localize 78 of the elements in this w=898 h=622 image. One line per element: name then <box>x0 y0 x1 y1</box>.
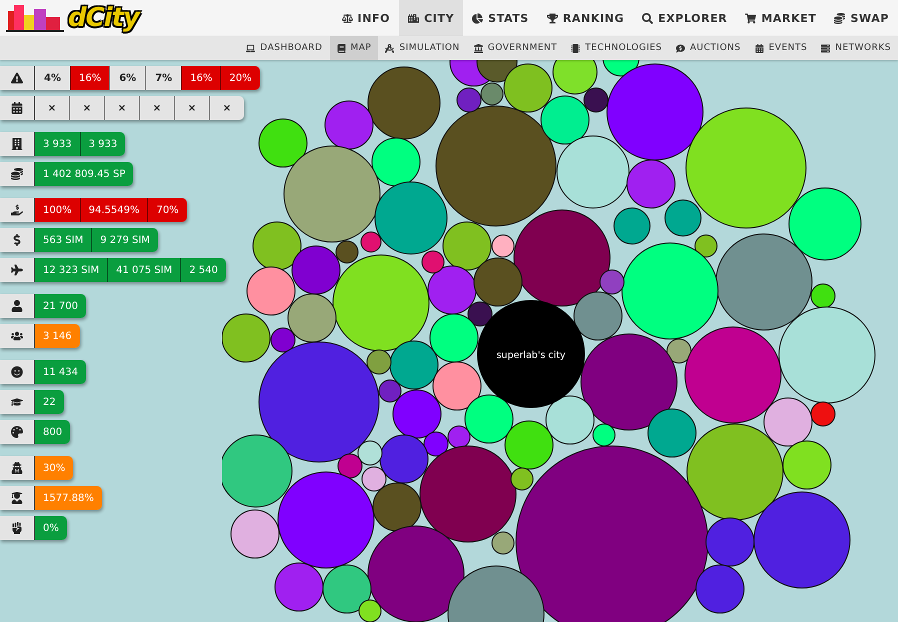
stat-value: 3 933 <box>35 132 80 156</box>
subnav-tab[interactable]: TECHNOLOGIES <box>564 36 670 60</box>
stat-icon <box>11 396 23 408</box>
nav-tab-icon <box>834 12 846 24</box>
stat-value: 3 146 <box>35 324 80 348</box>
subnav-tab[interactable]: DASHBOARD <box>239 36 330 60</box>
stat-value: 16% <box>181 66 220 90</box>
stat-value: × <box>209 96 244 120</box>
nav-tab[interactable]: RANKING <box>538 0 634 36</box>
nav-tab[interactable]: CITY <box>399 0 464 36</box>
subnav-tab-icon <box>385 44 394 52</box>
stat-value: × <box>139 96 174 120</box>
stat-value: 4% <box>35 66 70 90</box>
subnav-tab-icon <box>474 44 483 52</box>
nav-tab[interactable]: INFO <box>332 0 400 36</box>
subnav-tab[interactable]: AUCTIONS <box>669 36 748 60</box>
stat-value: 2 540 <box>180 258 226 282</box>
stat-icon <box>11 264 23 276</box>
stat-value: 800 <box>35 420 70 444</box>
nav-tab-icon <box>642 12 654 24</box>
stat-value: 11 434 <box>35 360 86 384</box>
stat-value: 0% <box>35 516 67 540</box>
stat-value: 1577.88% <box>35 486 102 510</box>
stat-value: 70% <box>147 198 187 222</box>
nav-tab[interactable]: MARKET <box>736 0 826 36</box>
subnav-tab-icon <box>754 44 764 52</box>
subnav-tab[interactable]: EVENTS <box>748 36 814 60</box>
nav-tab-icon <box>472 12 484 24</box>
stat-value: 100% <box>35 198 80 222</box>
nav-tab-icon <box>546 12 558 24</box>
stat-icon <box>11 522 23 534</box>
stat-value: × <box>35 96 69 120</box>
stat-icon <box>11 204 23 216</box>
stat-value: 12 323 SIM <box>35 258 108 282</box>
subnav-tab-icon <box>571 44 580 52</box>
stat-icon <box>11 492 23 504</box>
subnav-tab-icon <box>821 44 830 52</box>
nav-tab-icon <box>745 12 756 24</box>
stat-value: 9 279 SIM <box>91 228 158 252</box>
subnav-tab-icon <box>246 44 256 52</box>
stat-icon <box>11 168 23 180</box>
stat-icon <box>11 426 23 438</box>
stat-icon <box>11 234 23 246</box>
stat-value: 7% <box>145 66 182 90</box>
stat-value: 21 700 <box>35 294 86 318</box>
nav-tab-icon <box>342 12 353 24</box>
stat-value: × <box>104 96 139 120</box>
stat-value: 30% <box>35 456 74 480</box>
stat-icon <box>11 138 23 150</box>
stat-value: × <box>174 96 209 120</box>
subnav-tab-icon <box>336 44 346 52</box>
city-name-label: superlab's city <box>496 350 566 361</box>
stat-value: 6% <box>109 66 146 90</box>
stat-icon <box>11 366 23 378</box>
subnav-tab[interactable]: SIMULATION <box>378 36 467 60</box>
subnav-tab[interactable]: MAP <box>330 36 378 60</box>
stat-value: 22 <box>35 390 64 414</box>
stat-value: 20% <box>220 66 260 90</box>
nav-tab-icon <box>408 12 420 24</box>
nav-tab[interactable]: SWAP <box>825 0 898 36</box>
stat-icon <box>11 462 23 474</box>
subnav-tab-icon <box>676 44 686 52</box>
subnav-tab[interactable]: GOVERNMENT <box>466 36 564 60</box>
stat-value: 41 075 SIM <box>107 258 180 282</box>
subnav-tab[interactable]: NETWORKS <box>814 36 898 60</box>
stat-value: 3 933 <box>80 132 126 156</box>
stat-icon <box>11 102 23 114</box>
stat-icon <box>11 300 23 312</box>
stat-value: 1 402 809.45 SP <box>35 162 134 186</box>
stat-value: 563 SIM <box>35 228 92 252</box>
stat-value: × <box>69 96 104 120</box>
stat-value: 94.5549% <box>80 198 148 222</box>
nav-tab[interactable]: STATS <box>463 0 538 36</box>
stat-icon <box>11 72 23 84</box>
city-buildings-logo-icon <box>6 3 64 33</box>
stat-value: 16% <box>70 66 110 90</box>
nav-tab[interactable]: EXPLORER <box>633 0 736 36</box>
stat-icon <box>11 330 23 342</box>
